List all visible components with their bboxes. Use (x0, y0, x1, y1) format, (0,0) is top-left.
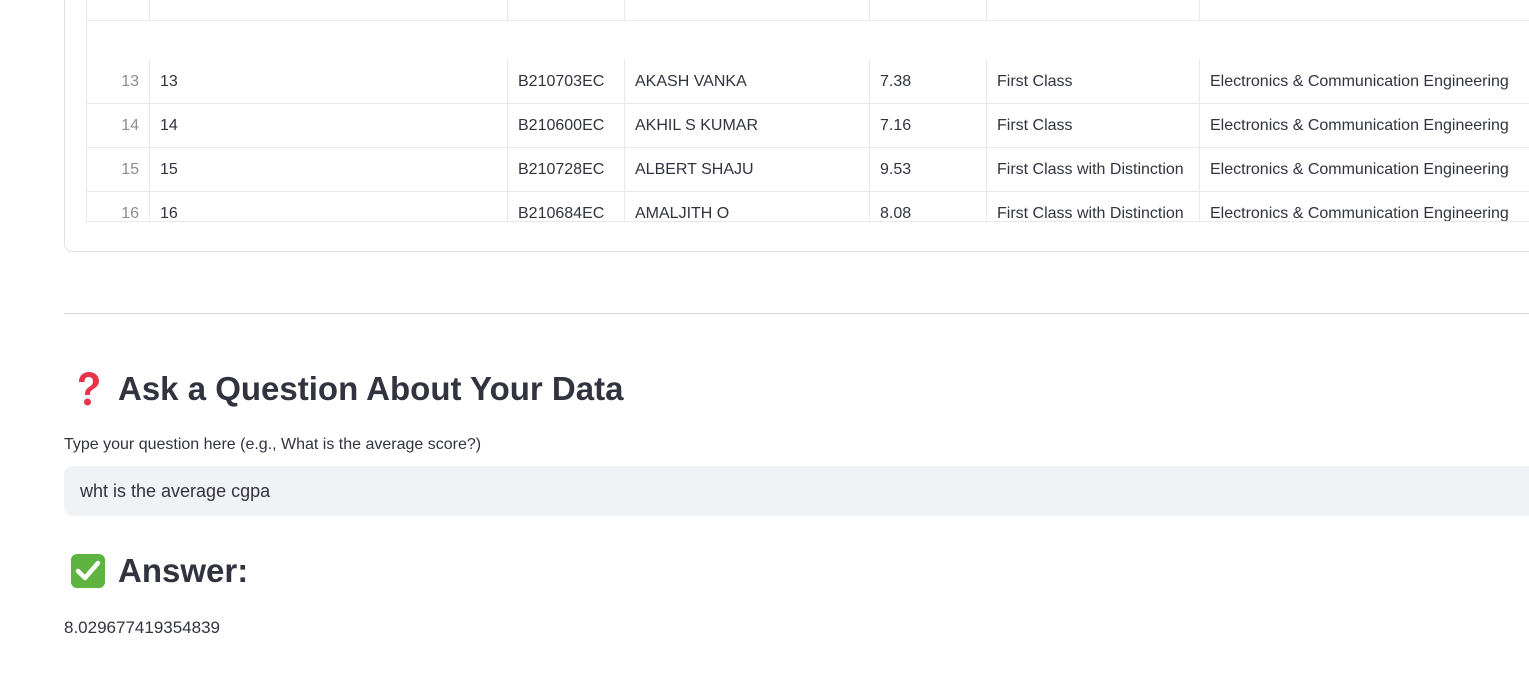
table-cell[interactable] (508, 0, 625, 20)
answer-value: 8.029677419354839 (64, 618, 220, 637)
question-heading: Ask a Question About Your Data (68, 369, 623, 409)
table-row: 16 16 B210684EC AMALJITH O 8.08 First Cl… (87, 192, 1529, 221)
table-cell[interactable]: ALBERT SHAJU (625, 148, 870, 191)
row-index-cell: 13 (87, 60, 150, 103)
table-cell[interactable]: 16 (150, 192, 508, 221)
table-cell[interactable]: 7.16 (870, 104, 987, 147)
table-cell[interactable]: Electronics & Communication Engineering (1200, 104, 1529, 147)
table-cell[interactable] (870, 0, 987, 20)
row-index-cell (87, 0, 150, 20)
table-cell[interactable]: B210728EC (508, 148, 625, 191)
table-cell[interactable]: 13 (150, 60, 508, 103)
table-cell[interactable]: First Class with Distinction (987, 148, 1200, 191)
table-cell[interactable]: First Class with Distinction (987, 192, 1200, 221)
table-cell[interactable]: First Class (987, 60, 1200, 103)
answer-heading: Answer: (68, 551, 248, 591)
table-cell[interactable]: 7.38 (870, 60, 987, 103)
table-row: 15 15 B210728EC ALBERT SHAJU 9.53 First … (87, 148, 1529, 192)
table-cell[interactable]: Electronics & Communication Engineering (1200, 192, 1529, 221)
row-index-cell: 15 (87, 148, 150, 191)
table-cell[interactable]: B210600EC (508, 104, 625, 147)
table-cell[interactable]: Electronics & Communication Engineering (1200, 148, 1529, 191)
table-cell[interactable] (150, 0, 508, 20)
question-heading-text: Ask a Question About Your Data (118, 370, 624, 407)
table-cell[interactable] (987, 0, 1200, 20)
question-mark-icon (68, 369, 108, 409)
table-row: 13 13 B210703EC AKASH VANKA 7.38 First C… (87, 60, 1529, 104)
table-cell[interactable]: AKASH VANKA (625, 60, 870, 103)
table-cell[interactable]: 9.53 (870, 148, 987, 191)
table-cell[interactable]: First Class (987, 104, 1200, 147)
table-cell[interactable]: AKHIL S KUMAR (625, 104, 870, 147)
table-cell[interactable]: 14 (150, 104, 508, 147)
answer-heading-text: Answer: (118, 552, 249, 589)
table-cell[interactable] (625, 0, 870, 20)
check-mark-icon (68, 551, 108, 591)
table-row: 14 14 B210600EC AKHIL S KUMAR 7.16 First… (87, 104, 1529, 148)
table-cell[interactable]: 15 (150, 148, 508, 191)
data-table[interactable]: 13 13 B210703EC AKASH VANKA 7.38 First C… (86, 0, 1529, 222)
table-row (87, 0, 1529, 21)
row-index-cell: 16 (87, 192, 150, 221)
question-input[interactable] (64, 466, 1529, 516)
table-cell[interactable]: B210703EC (508, 60, 625, 103)
page: 13 13 B210703EC AKASH VANKA 7.38 First C… (0, 0, 1529, 683)
table-cell[interactable]: B210684EC (508, 192, 625, 221)
section-divider (64, 313, 1529, 314)
question-input-label: Type your question here (e.g., What is t… (64, 436, 482, 453)
table-cell[interactable]: AMALJITH O (625, 192, 870, 221)
table-cell[interactable]: 8.08 (870, 192, 987, 221)
row-index-cell: 14 (87, 104, 150, 147)
table-cell[interactable] (1200, 0, 1529, 20)
table-cell[interactable]: Electronics & Communication Engineering (1200, 60, 1529, 103)
